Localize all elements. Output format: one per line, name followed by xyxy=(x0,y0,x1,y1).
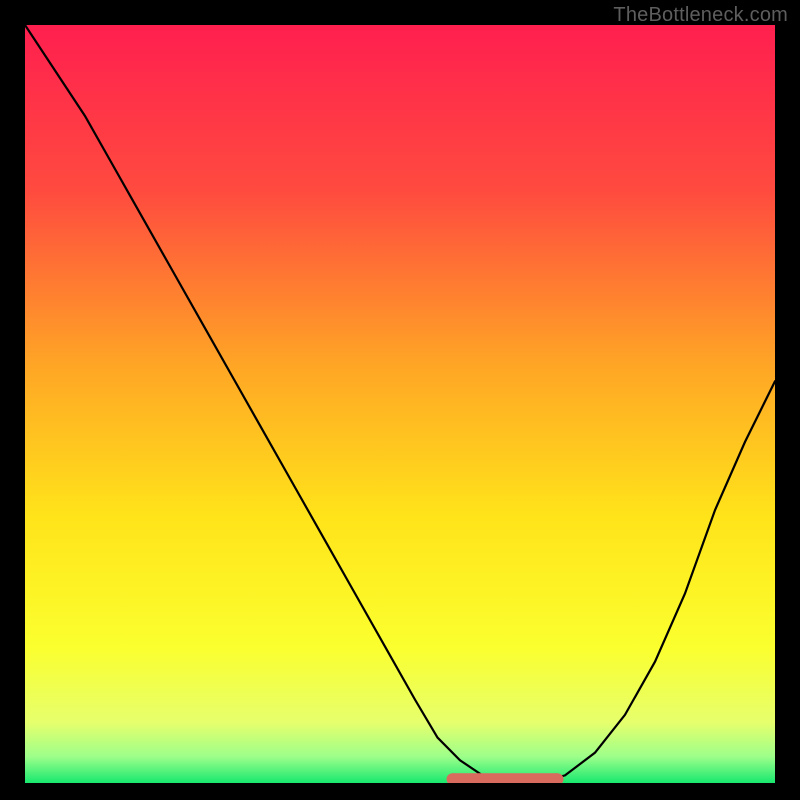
chart-svg xyxy=(25,25,775,783)
plot-area xyxy=(25,25,775,783)
optimal-range-marker xyxy=(447,773,564,783)
watermark-text: TheBottleneck.com xyxy=(613,4,788,27)
heatmap-background xyxy=(25,25,775,783)
chart-frame: TheBottleneck.com xyxy=(0,0,800,800)
